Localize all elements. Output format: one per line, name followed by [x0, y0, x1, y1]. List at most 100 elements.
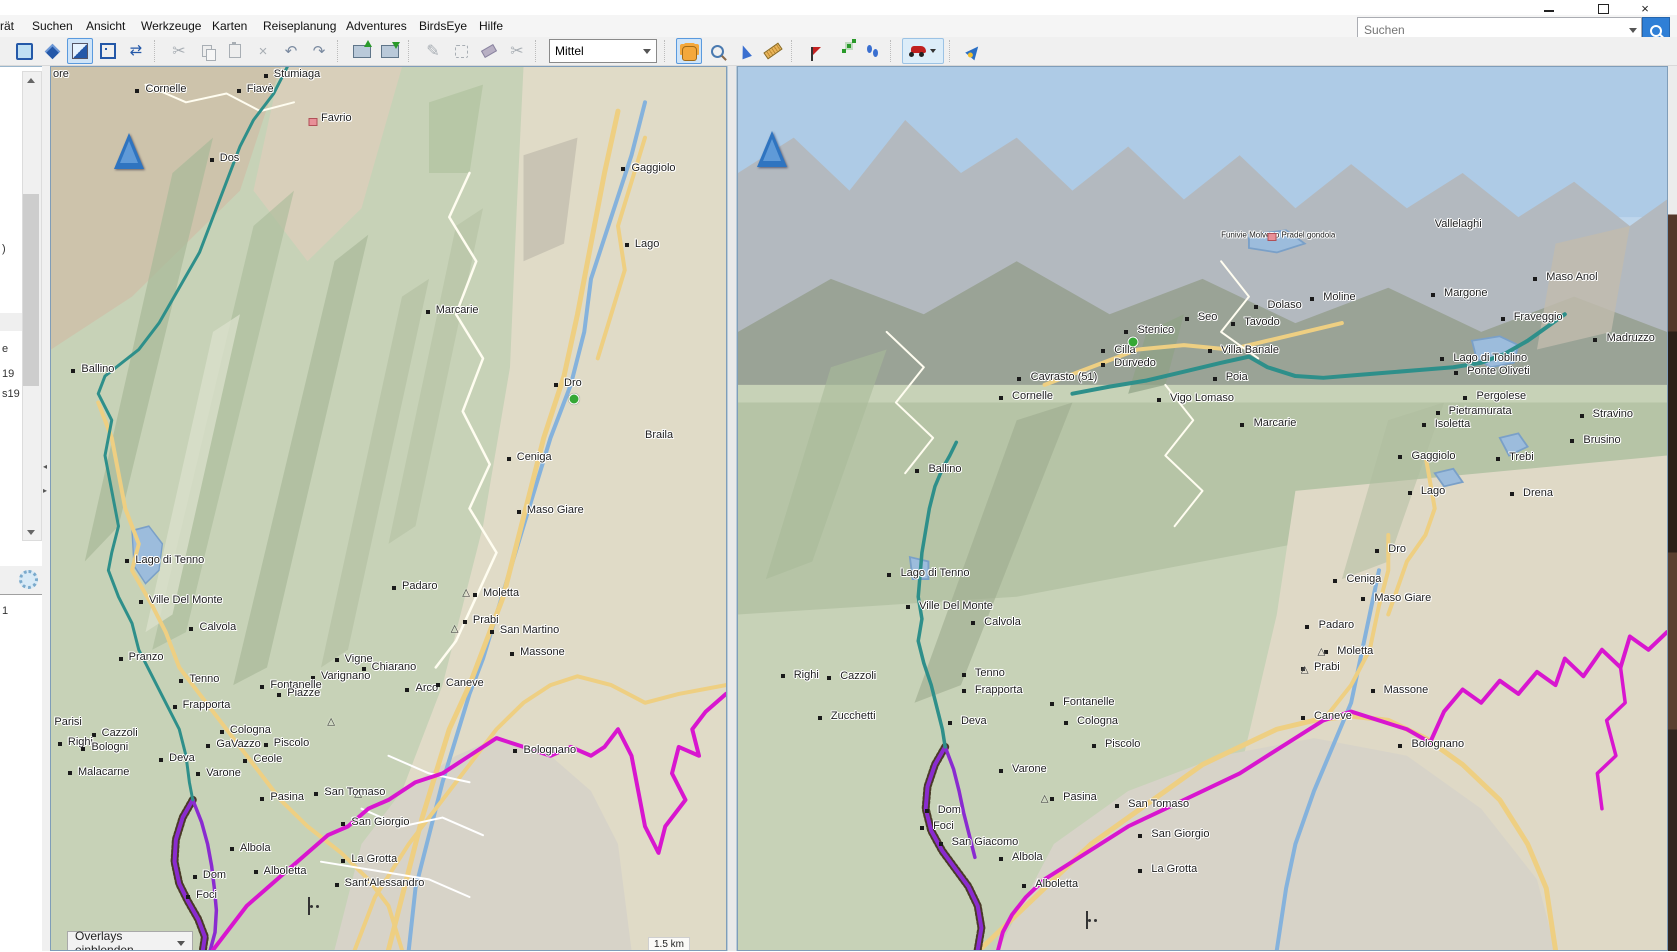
toolbar-separator	[535, 40, 542, 62]
sync-views-button[interactable]: ⇄	[123, 38, 149, 64]
menu-hilfe[interactable]: Hilfe	[475, 15, 507, 37]
waypoint-flag-icon	[812, 47, 821, 56]
arrow-down-icon	[27, 530, 35, 535]
list-item[interactable]: 19	[2, 368, 14, 380]
delete-button[interactable]: ×	[250, 38, 276, 64]
overlays-dropdown[interactable]: Overlays einblenden	[67, 931, 193, 951]
undo-button[interactable]: ↶	[278, 38, 304, 64]
sidebar-footer	[0, 566, 42, 592]
new-route-button[interactable]	[831, 38, 857, 64]
motorcycle-icon	[911, 46, 926, 53]
chevron-down-icon	[177, 941, 185, 946]
map-3d-panel[interactable]: Funivie Molveno Pradel gondolaVallelaghi…	[737, 66, 1668, 951]
toolbar-separator	[408, 40, 415, 62]
receive-from-device-button[interactable]	[377, 38, 403, 64]
footprints-icon	[867, 45, 872, 53]
eraser-button[interactable]	[476, 38, 502, 64]
edit-pen-button[interactable]: ✎	[420, 38, 446, 64]
cut-button[interactable]: ✂	[166, 38, 192, 64]
chevron-down-icon	[1629, 28, 1637, 33]
receive-from-device-icon	[381, 45, 399, 58]
delete-x-icon: ×	[259, 43, 268, 60]
panel-splitter[interactable]: ◂ ▸	[42, 66, 50, 951]
map-2d-panel[interactable]: Overlays einblenden 1.5 km oreCornelleFi…	[50, 66, 727, 951]
menu-birdseye[interactable]: BirdsEye	[415, 15, 471, 37]
titlebar: ×	[0, 0, 1677, 15]
pan-tool-button[interactable]	[676, 38, 702, 64]
menu-adventures[interactable]: Adventures	[342, 15, 411, 37]
list-item[interactable]: s19	[2, 388, 20, 400]
app-window: × rät Suchen Ansicht Werkzeuge Karten Re…	[0, 0, 1677, 951]
expand-right-icon[interactable]: ▸	[43, 486, 47, 495]
toolbar-separator	[890, 40, 897, 62]
menu-werkzeuge[interactable]: Werkzeuge	[137, 15, 205, 37]
collapse-left-icon[interactable]: ◂	[43, 462, 47, 471]
sidebar-selected-row[interactable]	[0, 313, 24, 331]
send-to-device-icon	[353, 45, 371, 58]
map-2d-icon	[16, 43, 33, 60]
scroll-up-button[interactable]	[23, 72, 39, 88]
menu-suchen[interactable]: Suchen	[28, 15, 77, 37]
trim-button[interactable]: ✂	[504, 38, 530, 64]
minimize-button[interactable]	[1538, 0, 1560, 14]
scrollbar-thumb[interactable]	[23, 194, 39, 386]
cube-3d-icon	[44, 43, 60, 59]
map-split-divider[interactable]	[727, 66, 737, 951]
map-2d-view-button[interactable]	[11, 38, 37, 64]
close-button[interactable]: ×	[1634, 0, 1656, 14]
hand-icon	[682, 46, 697, 61]
map-3d-view-button[interactable]	[39, 38, 65, 64]
toolbar-separator	[154, 40, 161, 62]
menu-karten[interactable]: Karten	[208, 15, 251, 37]
new-track-button[interactable]	[859, 38, 885, 64]
close-icon: ×	[1641, 4, 1649, 14]
menu-ansicht[interactable]: Ansicht	[82, 15, 129, 37]
measure-tool-button[interactable]	[760, 38, 786, 64]
menu-geraet[interactable]: rät	[0, 15, 18, 37]
gear-icon[interactable]	[19, 570, 38, 589]
go-to-button[interactable]	[961, 38, 987, 64]
undo-icon: ↶	[285, 42, 298, 60]
scissors-icon: ✂	[510, 41, 523, 61]
chevron-down-icon	[930, 49, 936, 53]
sidebar-scrollbar[interactable]	[22, 71, 42, 541]
copy-button[interactable]	[194, 38, 220, 64]
toolbar-separator	[949, 40, 956, 62]
sidebar-panel[interactable]: ) e 19 s19	[0, 66, 42, 567]
menu-reiseplanung[interactable]: Reiseplanung	[259, 15, 340, 37]
new-waypoint-button[interactable]	[803, 38, 829, 64]
overlays-label: Overlays einblenden	[75, 929, 177, 951]
map-scale-label: 1.5 km	[648, 937, 690, 951]
lower-list-panel[interactable]: 1	[0, 594, 42, 952]
detail-level-dropdown[interactable]: Mittel	[549, 39, 657, 63]
detail-level-value: Mittel	[555, 44, 584, 58]
map-3d-canvas	[738, 67, 1667, 950]
paste-button[interactable]	[222, 38, 248, 64]
navigate-icon	[965, 42, 983, 60]
list-item[interactable]: )	[2, 243, 6, 255]
redo-button[interactable]: ↷	[306, 38, 332, 64]
list-item[interactable]: 1	[2, 605, 8, 617]
lasso-select-button[interactable]	[448, 38, 474, 64]
ruler-icon	[763, 43, 782, 60]
toolbar: ⇄ ✂ × ↶ ↷ ✎ ✂ Mittel	[0, 37, 1677, 66]
center-map-button[interactable]	[95, 38, 121, 64]
content-area: ) e 19 s19 1 ◂ ▸	[0, 66, 1677, 951]
copy-icon	[202, 45, 212, 57]
scissors-icon: ✂	[172, 41, 185, 61]
list-item[interactable]: e	[2, 343, 8, 355]
background-window-sliver	[1668, 66, 1677, 951]
send-to-device-button[interactable]	[349, 38, 375, 64]
redo-icon: ↷	[313, 42, 326, 60]
activity-profile-dropdown[interactable]	[902, 38, 944, 64]
cursor-arrow-icon	[738, 43, 752, 59]
select-tool-button[interactable]	[732, 38, 758, 64]
maximize-button[interactable]	[1592, 0, 1614, 14]
chevron-down-icon	[643, 49, 651, 54]
zoom-tool-button[interactable]	[704, 38, 730, 64]
pen-icon: ✎	[426, 41, 439, 61]
scroll-down-button[interactable]	[23, 524, 39, 540]
arrow-up-icon	[27, 78, 35, 83]
split-view-button[interactable]	[67, 38, 93, 64]
route-icon	[842, 49, 846, 53]
